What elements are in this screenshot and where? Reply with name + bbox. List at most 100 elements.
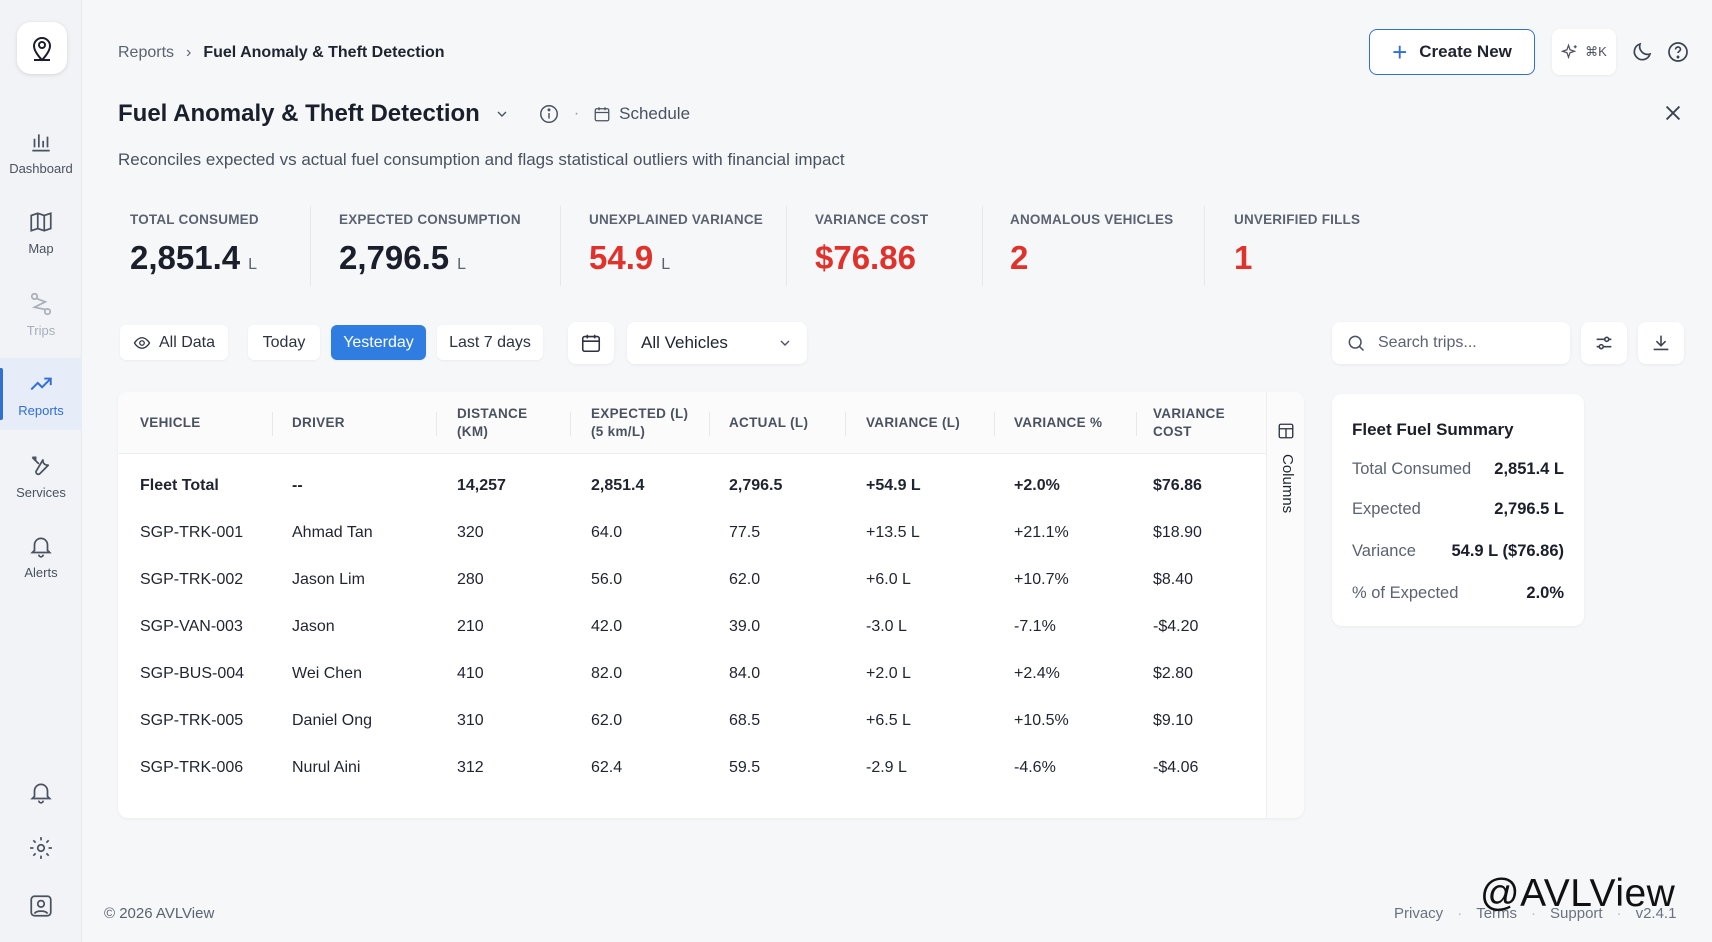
table-cell: 77.5	[729, 523, 761, 541]
vehicle-select[interactable]: All Vehicles	[627, 322, 807, 364]
col-variance-pct[interactable]: VARIANCE %	[1014, 392, 1102, 454]
table-row[interactable]: SGP-TRK-006 Nurul Aini 312 62.4 59.5 -2.9 L -4…	[118, 744, 1266, 791]
schedule-label: Schedule	[619, 104, 691, 123]
sidebar-item-reports[interactable]: Reports	[0, 358, 82, 430]
table-row[interactable]: SGP-TRK-005 Daniel Ong 310 62.0 68.5 +6.5 L +1…	[118, 697, 1266, 744]
filter-label: All Data	[158, 333, 216, 351]
chevron-down-icon	[780, 340, 790, 346]
filter-label: Yesterday	[343, 333, 414, 351]
header-divider	[1136, 412, 1137, 436]
search-input[interactable]	[1378, 334, 1548, 352]
sparkle-icon	[1561, 43, 1577, 60]
create-new-button[interactable]: + Create New	[1369, 29, 1535, 75]
table-cell: $2.80	[1153, 664, 1194, 682]
sidebar-item-trips[interactable]: Trips	[0, 278, 82, 350]
breadcrumb-current: Fuel Anomaly & Theft Detection	[203, 44, 445, 61]
eye-icon	[133, 336, 151, 349]
col-vehicle[interactable]: VEHICLE	[140, 392, 201, 454]
info-icon[interactable]	[538, 103, 560, 125]
filter-all-data[interactable]: All Data	[120, 325, 228, 360]
footer-link-privacy[interactable]: Privacy	[1394, 905, 1443, 922]
header-subtext: (5 km/L)	[591, 424, 646, 439]
kpi-label: UNEXPLAINED VARIANCE	[589, 212, 764, 227]
tools-icon	[31, 455, 50, 475]
settings-button[interactable]	[0, 826, 82, 870]
table-cell: +54.9 L	[866, 476, 921, 494]
sidebar-item-map[interactable]: Map	[0, 196, 82, 268]
sidebar-item-label: Map	[28, 240, 54, 256]
filter-today[interactable]: Today	[248, 325, 320, 360]
table-cell: --	[292, 476, 303, 494]
table-row[interactable]: SGP-TRK-001 Ahmad Tan 320 64.0 77.5 +13.5 L +2…	[118, 509, 1266, 556]
route-icon	[30, 292, 52, 315]
table-cell: +13.5 L	[866, 523, 920, 541]
col-driver[interactable]: DRIVER	[292, 392, 345, 454]
filter-settings-button[interactable]	[1581, 322, 1627, 364]
app-logo[interactable]	[17, 22, 67, 74]
header-text: VARIANCE	[1153, 405, 1225, 421]
schedule-button[interactable]: Schedule	[593, 104, 690, 124]
profile-button[interactable]	[0, 884, 82, 928]
summary-row: Expected 2,796.5 L	[1352, 500, 1564, 519]
kpi-unit: L	[457, 256, 467, 273]
kpi-value: $76.86	[815, 239, 928, 277]
table-row[interactable]: SGP-VAN-003 Jason 210 42.0 39.0 -3.0 L -7.1% -$…	[118, 603, 1266, 650]
location-pin-icon	[32, 37, 52, 62]
calendar-icon	[581, 334, 601, 353]
table-cell: SGP-VAN-003	[140, 617, 243, 635]
close-icon[interactable]	[1662, 102, 1684, 124]
table-cell: +10.5%	[1014, 711, 1069, 729]
col-variance-cost[interactable]: VARIANCE COST	[1153, 392, 1225, 454]
table-cell: SGP-TRK-001	[140, 523, 244, 541]
create-new-label: Create New	[1419, 42, 1512, 61]
sidebar-item-label: Services	[16, 484, 66, 500]
col-expected[interactable]: EXPECTED (L) (5 km/L)	[591, 392, 688, 454]
col-variance-l[interactable]: VARIANCE (L)	[866, 392, 960, 454]
date-picker-button[interactable]	[568, 322, 614, 364]
table-cell: 68.5	[729, 711, 761, 729]
kpi-number: 2,851.4	[130, 239, 241, 276]
table-cell: 39.0	[729, 617, 761, 635]
table-cell: Ahmad Tan	[292, 523, 373, 541]
kpi-expected-consumption: EXPECTED CONSUMPTION 2,796.5 L	[339, 212, 521, 277]
table-cell: 312	[457, 758, 484, 776]
notifications-button[interactable]	[0, 770, 82, 814]
moon-icon[interactable]	[1630, 40, 1654, 64]
table-cell: +6.0 L	[866, 570, 911, 588]
summary-value: 2,796.5 L	[1494, 500, 1564, 518]
help-icon[interactable]	[1666, 40, 1690, 64]
kpi-unexplained-variance: UNEXPLAINED VARIANCE 54.9 L	[589, 212, 763, 277]
filter-yesterday[interactable]: Yesterday	[331, 325, 426, 360]
chevron-down-icon[interactable]	[494, 106, 510, 122]
sidebar-item-dashboard[interactable]: Dashboard	[0, 116, 82, 188]
table-cell: -$4.20	[1153, 617, 1199, 635]
header-text: DRIVER	[292, 414, 345, 430]
table-cell: 42.0	[591, 617, 623, 635]
table-row[interactable]: SGP-TRK-002 Jason Lim 280 56.0 62.0 +6.0 L +10…	[118, 556, 1266, 603]
filter-last-7-days[interactable]: Last 7 days	[437, 325, 543, 360]
col-actual[interactable]: ACTUAL (L)	[729, 392, 808, 454]
breadcrumb-reports[interactable]: Reports	[118, 44, 174, 62]
col-distance[interactable]: DISTANCE (KM)	[457, 392, 527, 454]
table-cell: 2,851.4	[591, 476, 645, 494]
columns-toggle[interactable]: Columns	[1266, 392, 1304, 818]
sidebar-item-alerts[interactable]: Alerts	[0, 520, 82, 592]
header-subtext: (KM)	[457, 424, 489, 439]
table-row[interactable]: SGP-BUS-004 Wei Chen 410 82.0 84.0 +2.0 L +2.4…	[118, 650, 1266, 697]
sidebar-item-services[interactable]: Services	[0, 440, 82, 512]
table-cell: 320	[457, 523, 484, 541]
vehicle-select-value: All Vehicles	[641, 333, 728, 352]
sliders-icon	[1596, 336, 1612, 350]
bell-icon	[30, 537, 52, 558]
summary-key: Total Consumed	[1352, 460, 1472, 478]
command-palette-button[interactable]: ⌘K	[1552, 29, 1616, 75]
breadcrumb: Reports › Fuel Anomaly & Theft Detection	[118, 44, 445, 62]
table-row-total[interactable]: Fleet Total -- 14,257 2,851.4 2,796.5 +54.9 L…	[118, 462, 1266, 509]
table-cell: $18.90	[1153, 523, 1202, 541]
sidebar-item-label: Dashboard	[9, 160, 73, 176]
table-cell: -2.9 L	[866, 758, 907, 776]
download-button[interactable]	[1638, 322, 1684, 364]
table-cell: Daniel Ong	[292, 711, 373, 729]
breadcrumb-separator: ›	[186, 44, 192, 61]
sidebar: Dashboard Map Trips Reports Services Ale…	[0, 0, 82, 942]
